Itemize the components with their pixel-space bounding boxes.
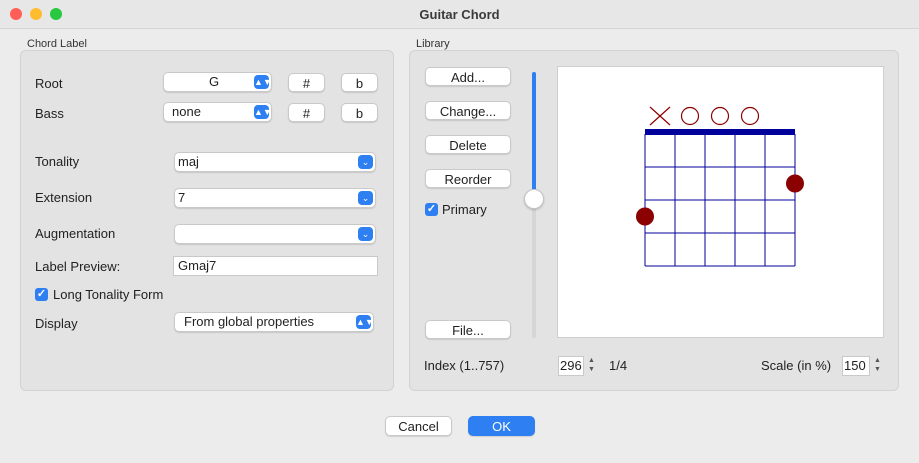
add-button[interactable]: Add... — [425, 67, 511, 86]
root-label: Root — [35, 76, 63, 91]
primary-checkbox[interactable]: ✓ — [425, 203, 438, 216]
display-select[interactable]: From global properties ▲▼ — [174, 312, 374, 332]
chevron-down-icon: ▼ — [874, 366, 881, 373]
page-indicator: 1/4 — [609, 358, 628, 373]
root-select[interactable]: G ▲▼ — [163, 72, 272, 92]
label-preview-field[interactable]: Gmaj7 — [173, 256, 378, 276]
scale-label: Scale (in %) — [761, 358, 832, 373]
chord-nut — [645, 129, 795, 135]
up-down-arrows-icon: ▲▼ — [254, 105, 272, 119]
bass-select-value: none — [172, 104, 201, 119]
chord-finger-dot — [786, 174, 804, 193]
index-label: Index (1..757) — [424, 358, 505, 373]
tonality-select[interactable]: maj ⌄ — [174, 152, 376, 172]
bass-label: Bass — [35, 106, 64, 121]
long-tonality-label: Long Tonality Form — [53, 287, 164, 302]
chord-finger-dot — [636, 207, 654, 226]
scale-field[interactable]: 150 — [842, 356, 870, 376]
extension-label: Extension — [35, 190, 93, 205]
checkmark-icon: ✓ — [36, 288, 47, 300]
chord-diagram-canvas[interactable] — [557, 66, 884, 338]
tonality-label: Tonality — [35, 154, 80, 169]
cancel-button[interactable]: Cancel — [385, 416, 452, 436]
delete-button[interactable]: Delete — [425, 135, 511, 154]
up-down-arrows-icon: ▲▼ — [254, 75, 272, 89]
chevron-down-icon: ⌄ — [358, 155, 373, 169]
bass-sharp-button[interactable]: # — [288, 103, 325, 122]
extension-select-value: 7 — [178, 190, 186, 205]
chevron-up-icon: ▲ — [588, 357, 595, 364]
checkmark-icon: ✓ — [426, 203, 437, 215]
augmentation-select[interactable]: ⌄ — [174, 224, 376, 244]
chord-label-group-title: Chord Label — [27, 38, 87, 50]
root-sharp-button[interactable]: # — [288, 73, 325, 92]
library-slider-fill — [532, 72, 536, 199]
chord-muted-string-marker — [649, 106, 671, 126]
ok-button[interactable]: OK — [468, 416, 535, 436]
index-field[interactable]: 296 — [558, 356, 584, 376]
scale-stepper[interactable]: ▲ ▼ — [873, 356, 882, 376]
long-tonality-checkbox[interactable]: ✓ — [35, 288, 48, 301]
extension-select[interactable]: 7 ⌄ — [174, 188, 376, 208]
file-button[interactable]: File... — [425, 320, 511, 339]
chord-open-string-marker — [740, 106, 760, 126]
chevron-down-icon: ▼ — [588, 366, 595, 373]
window-title: Guitar Chord — [419, 7, 500, 22]
display-label: Display — [35, 316, 78, 331]
change-button[interactable]: Change... — [425, 101, 511, 120]
library-group-title: Library — [416, 38, 450, 50]
display-select-value: From global properties — [184, 314, 315, 329]
bass-select[interactable]: none ▲▼ — [163, 102, 272, 122]
chevron-down-icon: ⌄ — [358, 191, 373, 205]
chord-diagram — [636, 106, 804, 267]
root-select-value: G — [208, 74, 220, 89]
chord-open-string-marker — [680, 106, 700, 126]
up-down-arrows-icon: ▲▼ — [356, 315, 374, 329]
primary-label: Primary — [442, 202, 487, 217]
index-stepper[interactable]: ▲ ▼ — [587, 356, 596, 376]
root-flat-button[interactable]: b — [341, 73, 378, 92]
label-preview-label: Label Preview: — [35, 259, 121, 274]
bass-flat-button[interactable]: b — [341, 103, 378, 122]
tonality-select-value: maj — [178, 154, 199, 169]
reorder-button[interactable]: Reorder — [425, 169, 511, 188]
chevron-down-icon: ⌄ — [358, 227, 373, 241]
augmentation-label: Augmentation — [35, 226, 116, 241]
library-slider-knob[interactable] — [524, 189, 544, 209]
chord-open-string-marker — [710, 106, 730, 126]
chevron-up-icon: ▲ — [874, 357, 881, 364]
